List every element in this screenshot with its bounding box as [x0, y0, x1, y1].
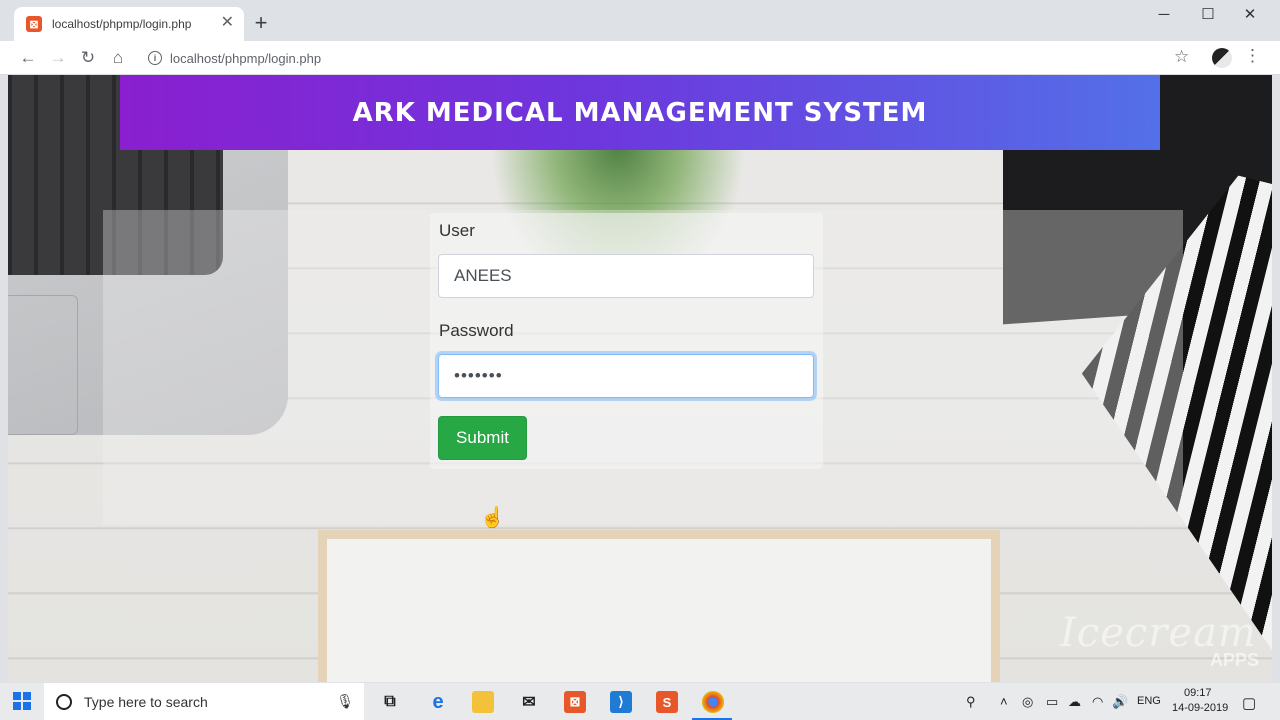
vscode-icon[interactable]: ⟩: [610, 691, 632, 713]
hand-cursor-icon: ☝: [480, 507, 505, 529]
taskbar: Type here to search 🎙 ⧉ e ✉ ⊠ ⟩ S ⚲ ˄ ◎ …: [0, 683, 1280, 720]
star-icon[interactable]: ☆: [1174, 47, 1189, 67]
mail-icon[interactable]: ✉: [518, 691, 540, 713]
sublime-icon[interactable]: S: [656, 691, 678, 713]
tray-chevron-icon[interactable]: ˄: [1000, 694, 1008, 709]
page-viewport: ARK MEDICAL MANAGEMENT SYSTEM User Passw…: [8, 75, 1272, 682]
volume-icon[interactable]: 🔊: [1112, 694, 1128, 710]
password-input[interactable]: •••••••: [438, 354, 814, 398]
page-title: ARK MEDICAL MANAGEMENT SYSTEM: [352, 97, 928, 128]
notification-icon[interactable]: ▢: [1242, 694, 1256, 712]
submit-button[interactable]: Submit: [438, 416, 527, 460]
back-button[interactable]: ←: [16, 46, 40, 70]
language-indicator[interactable]: ENG: [1137, 695, 1161, 707]
menu-icon[interactable]: ⋮: [1244, 46, 1261, 66]
forward-button[interactable]: →: [46, 46, 70, 70]
taskbar-search-placeholder: Type here to search: [84, 693, 208, 710]
onedrive-icon[interactable]: ☁: [1068, 694, 1081, 710]
file-explorer-icon[interactable]: [472, 691, 494, 713]
mic-icon[interactable]: 🎙: [336, 693, 354, 710]
edge-icon[interactable]: e: [427, 691, 449, 713]
windows-start-icon[interactable]: [13, 692, 31, 710]
people-icon[interactable]: ⚲: [966, 694, 976, 710]
reload-button[interactable]: ↻: [76, 46, 100, 70]
maximize-button[interactable]: ☐: [1188, 4, 1228, 26]
address-bar[interactable]: i localhost/phpmp/login.php: [138, 45, 1168, 71]
battery-icon[interactable]: ▭: [1046, 694, 1058, 710]
watermark-sub: APPS: [1210, 650, 1260, 670]
tab-close-icon[interactable]: ✕: [221, 15, 234, 31]
browser-tab[interactable]: ⊠ localhost/phpmp/login.php ✕: [14, 7, 244, 41]
home-button[interactable]: ⌂: [106, 46, 130, 70]
user-label: User: [439, 221, 475, 240]
xampp-icon[interactable]: ⊠: [564, 691, 586, 713]
background-frame: [318, 530, 1000, 682]
xampp-favicon-icon: ⊠: [26, 16, 42, 32]
background-trackpad: [8, 295, 78, 435]
profile-avatar[interactable]: [1212, 48, 1232, 68]
chrome-icon[interactable]: [702, 691, 724, 713]
browser-toolbar: ← → ↻ ⌂ i localhost/phpmp/login.php ☆ ⋮: [0, 41, 1280, 75]
close-window-button[interactable]: ✕: [1230, 4, 1270, 26]
user-input[interactable]: [438, 254, 814, 298]
password-label: Password: [439, 321, 514, 340]
search-icon: [56, 693, 72, 710]
wifi-icon[interactable]: ◠: [1092, 694, 1103, 710]
login-form: User Password ••••••• Submit: [430, 213, 823, 469]
clock-time[interactable]: 09:17: [1184, 687, 1212, 699]
taskbar-search[interactable]: Type here to search 🎙: [44, 683, 364, 720]
tab-strip: ⊠ localhost/phpmp/login.php ✕ + ─ ☐ ✕: [0, 0, 1280, 41]
task-view-icon[interactable]: ⧉: [379, 691, 401, 713]
tray-app-icon[interactable]: ◎: [1022, 694, 1033, 710]
new-tab-button[interactable]: +: [250, 12, 272, 34]
info-icon[interactable]: i: [148, 51, 162, 65]
minimize-button[interactable]: ─: [1144, 4, 1184, 26]
clock-date[interactable]: 14-09-2019: [1172, 702, 1228, 714]
header-banner: ARK MEDICAL MANAGEMENT SYSTEM: [120, 75, 1160, 150]
tab-title: localhost/phpmp/login.php: [52, 17, 192, 31]
address-url[interactable]: localhost/phpmp/login.php: [170, 51, 321, 66]
